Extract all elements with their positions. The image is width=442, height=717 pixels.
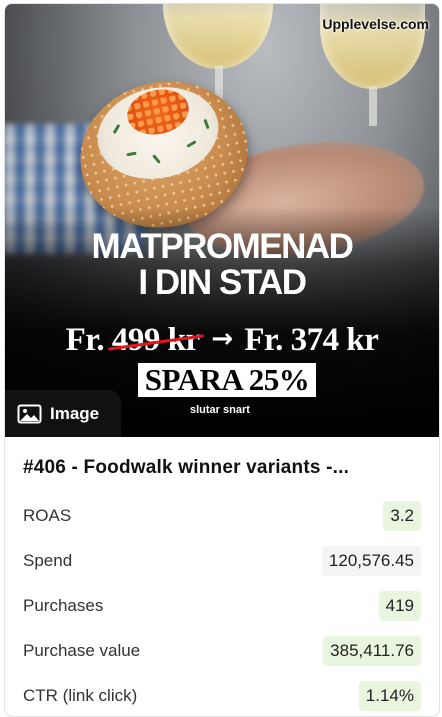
metric-value: 3.2: [383, 500, 421, 531]
ad-card[interactable]: Upplevelse.com MATPROMENAD I DIN STAD Fr…: [4, 3, 440, 717]
metric-row: CTR (link click) 1.14%: [23, 673, 421, 716]
new-price: Fr. 374 kr: [244, 322, 379, 358]
metric-value: 120,576.45: [321, 545, 421, 576]
headline-line-1: MATPROMENAD: [91, 227, 354, 266]
old-price: 499 kr: [108, 322, 204, 359]
metric-label: ROAS: [23, 505, 72, 525]
metric-value: 385,411.76: [323, 635, 421, 666]
media-type-tag: Image: [5, 390, 121, 437]
brand-logo: Upplevelse.com: [322, 16, 429, 32]
metric-value: 419: [378, 590, 421, 621]
metric-label: CTR (link click): [23, 685, 138, 705]
ends-soon-text: slutar snart: [190, 404, 250, 416]
metric-row: Purchase value 385,411.76: [23, 628, 421, 673]
price-line: Fr. 499 kr → Fr. 374 kr: [5, 322, 439, 359]
headline-line-2: I DIN STAD: [138, 263, 307, 302]
media-type-label: Image: [50, 403, 100, 423]
discount-badge: SPARA 25%: [138, 363, 316, 397]
ad-title[interactable]: #406 - Foodwalk winner variants -...: [23, 457, 421, 479]
arrow-right-icon: →: [211, 324, 233, 354]
metric-label: Spend: [23, 550, 73, 570]
metric-row: Spend 120,576.45: [23, 538, 421, 583]
metrics-list: ROAS 3.2 Spend 120,576.45 Purchases 419 Purcha…: [23, 493, 421, 716]
old-price-prefix: Fr.: [65, 322, 105, 358]
metric-row: ROAS 3.2: [23, 493, 421, 538]
ad-info: #406 - Foodwalk winner variants -... ROA…: [5, 437, 439, 716]
metric-label: Purchase value: [23, 640, 141, 660]
metric-value: 1.14%: [358, 680, 421, 711]
ad-creative-image[interactable]: Upplevelse.com MATPROMENAD I DIN STAD Fr…: [5, 4, 439, 437]
image-icon: [17, 404, 42, 424]
metric-label: Purchases: [23, 595, 104, 615]
creative-headline: MATPROMENAD I DIN STAD: [5, 229, 439, 301]
metric-row: Purchases 419: [23, 583, 421, 628]
